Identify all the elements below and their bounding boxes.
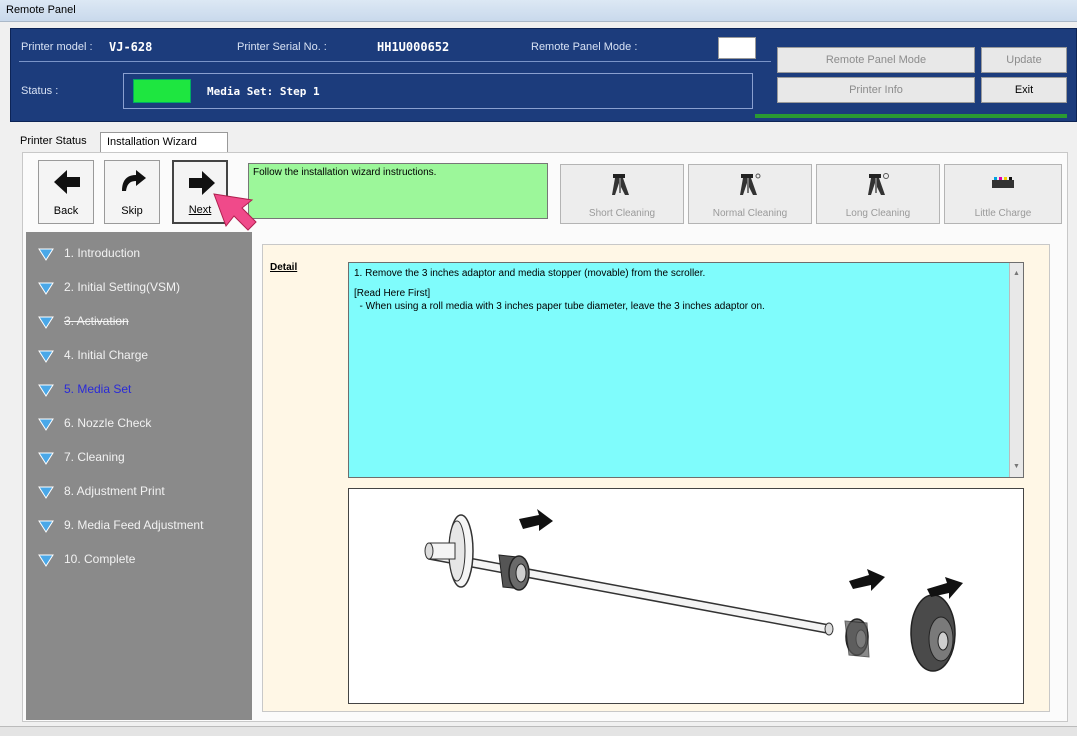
printer-model-label: Printer model : — [21, 41, 93, 53]
step-label: 3. Activation — [64, 314, 129, 328]
back-label: Back — [53, 205, 79, 217]
status-text: Media Set: Step 1 — [207, 85, 320, 98]
step-label: 5. Media Set — [64, 382, 132, 396]
triangle-down-icon — [38, 554, 54, 567]
short-cleaning-button[interactable]: Short Cleaning — [560, 164, 684, 224]
scroll-up-icon[interactable]: ▲ — [1013, 267, 1020, 280]
cleaning-icon — [612, 174, 629, 195]
serial-label: Printer Serial No. : — [237, 41, 327, 53]
window-title: Remote Panel — [6, 4, 76, 16]
printer-info-button[interactable]: Printer Info — [777, 77, 975, 103]
short-cleaning-label: Short Cleaning — [588, 208, 656, 219]
tab-printer-status[interactable]: Printer Status — [14, 132, 100, 152]
scroller-illustration — [424, 509, 963, 672]
cleaning-icon — [868, 173, 889, 195]
triangle-down-icon — [38, 384, 54, 397]
exit-button[interactable]: Exit — [981, 77, 1067, 103]
scroll-down-icon[interactable]: ▼ — [1013, 460, 1020, 473]
skip-label: Skip — [121, 205, 143, 217]
triangle-down-icon — [38, 486, 54, 499]
triangle-down-icon — [38, 452, 54, 465]
window-statusbar — [0, 726, 1077, 736]
serial-value: HH1U000652 — [377, 40, 450, 54]
step-label: 8. Adjustment Print — [64, 484, 165, 498]
printer-info-header: Printer model : VJ-628 Printer Serial No… — [10, 28, 1077, 122]
long-cleaning-button[interactable]: Long Cleaning — [816, 164, 940, 224]
long-cleaning-label: Long Cleaning — [845, 208, 911, 219]
step-label: 10. Complete — [64, 552, 136, 566]
update-button[interactable]: Update — [981, 47, 1067, 73]
detail-line-2: [Read Here First] — [354, 288, 431, 299]
step-label: 6. Nozzle Check — [64, 416, 152, 430]
window-titlebar: Remote Panel — [0, 0, 1077, 22]
instruction-box: Follow the installation wizard instructi… — [248, 163, 548, 219]
triangle-down-icon — [38, 350, 54, 363]
step-label: 7. Cleaning — [64, 450, 125, 464]
back-button[interactable]: Back — [38, 160, 94, 224]
step-label: 1. Introduction — [64, 246, 141, 260]
detail-text-box[interactable]: 1. Remove the 3 inches adaptor and media… — [348, 262, 1024, 478]
panel-mode-indicator — [718, 37, 756, 59]
detail-scrollbar[interactable]: ▲ ▼ — [1009, 263, 1023, 477]
triangle-down-icon — [38, 418, 54, 431]
status-indicator — [133, 79, 191, 103]
triangle-down-icon — [38, 248, 54, 261]
triangle-down-icon — [38, 316, 54, 329]
panel-mode-label: Remote Panel Mode : — [531, 41, 638, 53]
tab-installation-wizard[interactable]: Installation Wizard — [100, 132, 228, 152]
step-label: 4. Initial Charge — [64, 348, 149, 362]
ink-charge-icon — [992, 177, 1014, 188]
triangle-down-icon — [38, 520, 54, 533]
normal-cleaning-label: Normal Cleaning — [712, 208, 788, 219]
header-divider — [19, 61, 771, 62]
redo-arrow-icon — [122, 170, 146, 191]
cleaning-icon — [740, 173, 761, 195]
detail-line-1: 1. Remove the 3 inches adaptor and media… — [354, 268, 706, 279]
printer-model-value: VJ-628 — [109, 40, 153, 54]
step-label: 9. Media Feed Adjustment — [64, 518, 204, 532]
triangle-down-icon — [38, 282, 54, 295]
pointer-cursor-icon — [213, 193, 257, 231]
remote-panel-mode-button[interactable]: Remote Panel Mode — [777, 47, 975, 73]
detail-line-3: - When using a roll media with 3 inches … — [354, 301, 765, 312]
step-label: 2. Initial Setting(VSM) — [64, 280, 181, 294]
arrow-left-icon — [54, 170, 80, 194]
little-charge-button[interactable]: Little Charge — [944, 164, 1062, 224]
instruction-illustration — [348, 488, 1024, 704]
header-accent-line — [755, 114, 1067, 118]
wizard-step-list: 1. Introduction 2. Initial Setting(VSM) … — [26, 232, 252, 720]
normal-cleaning-button[interactable]: Normal Cleaning — [688, 164, 812, 224]
skip-button[interactable]: Skip — [104, 160, 160, 224]
little-charge-label: Little Charge — [974, 208, 1032, 219]
status-label: Status : — [21, 85, 59, 97]
detail-label: Detail — [270, 262, 298, 273]
